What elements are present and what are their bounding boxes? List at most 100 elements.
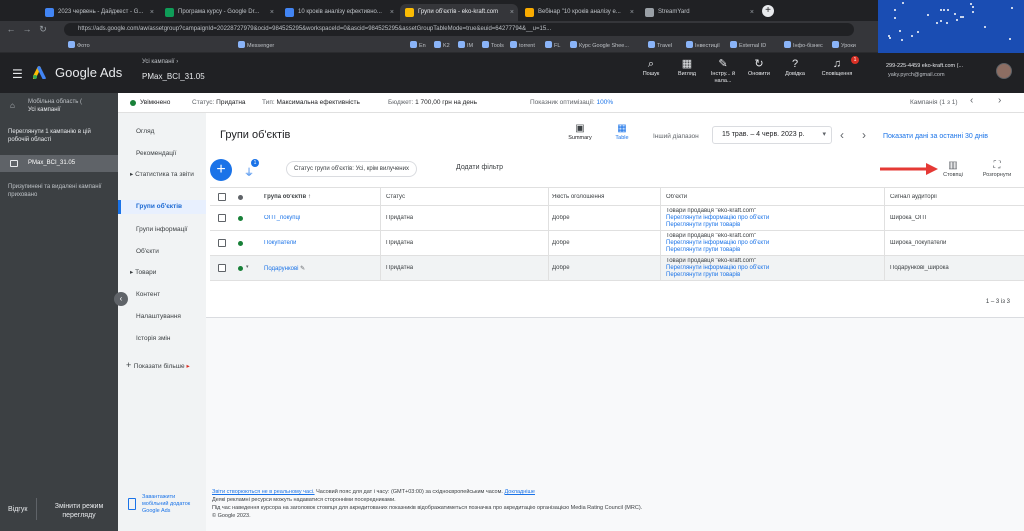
nav-item-asset-groups[interactable]: Групи об'єктів [118, 200, 206, 214]
menu-icon[interactable]: ☰ [12, 67, 23, 81]
tools-button[interactable]: ✎ Інстру... й нала... [706, 57, 740, 85]
avatar[interactable] [996, 63, 1012, 79]
previous-campaign-icon[interactable]: ‹ [970, 95, 973, 106]
row-checkbox[interactable] [218, 239, 226, 247]
refresh-button[interactable]: ↻ Оновити [742, 57, 776, 78]
collapse-sidebar-button[interactable]: ‹ [114, 292, 128, 306]
product-name[interactable]: Google Ads [55, 65, 122, 80]
row-checkbox[interactable] [218, 264, 226, 272]
browser-tab[interactable]: Вебінар "10 кроків аналізу е... × [520, 4, 638, 21]
appearance-button[interactable]: ▦ Вигляд [670, 57, 704, 78]
audience-signal[interactable]: Широка_ОПТ [890, 215, 928, 221]
nav-item-recommendations[interactable]: Рекомендації [118, 150, 206, 158]
nav-item-products[interactable]: ▸ Товари [118, 269, 206, 277]
mobile-app-promo[interactable]: Завантажити мобільний додаток Google Ads [128, 494, 202, 522]
column-header-asset-group[interactable]: Група об'єктів ↑ [264, 194, 311, 200]
feedback-button[interactable]: Відгук [8, 506, 27, 513]
nav-show-more[interactable]: + Показати більше ▸ [118, 361, 206, 371]
new-tab-button[interactable]: + [762, 5, 774, 17]
nav-item-settings[interactable]: Налаштування [118, 313, 206, 321]
bookmark[interactable]: Уроки [832, 41, 856, 49]
scope-label[interactable]: Мобільна область ( [28, 99, 82, 105]
nav-item-overview[interactable]: Огляд [118, 128, 206, 136]
close-icon[interactable]: × [630, 4, 634, 21]
asset-group-name[interactable]: Покупатели [264, 240, 296, 246]
view-product-groups-link[interactable]: Переглянути групи товарів [666, 272, 769, 279]
columns-button[interactable]: ▥ Стовпці [936, 160, 970, 178]
asset-group-name[interactable]: ОПТ_покупці [264, 215, 300, 221]
campaign-list-item[interactable]: PMax_BCI_31.05 [0, 155, 118, 172]
show-last-30-days-link[interactable]: Показати дані за останні 30 днів [883, 133, 988, 140]
nav-item-insights[interactable]: ▸ Статистика та звіти [118, 171, 206, 179]
table-row[interactable]: Покупатели Придатна Добре Товари продавц… [210, 231, 1024, 256]
nav-item-change-history[interactable]: Історія змін [118, 335, 206, 343]
browser-tab[interactable]: 10 кроків аналізу ефективно... × [280, 4, 398, 21]
browser-tab[interactable]: Програма курсу - Google Dr... × [160, 4, 278, 21]
browser-tab[interactable]: StreamYard × [640, 4, 758, 21]
close-icon[interactable]: × [390, 4, 394, 21]
table-view-toggle[interactable]: ▦ Table [604, 123, 640, 141]
nav-item-listing-groups[interactable]: Групи інформації [118, 226, 206, 234]
close-icon[interactable]: × [510, 4, 514, 21]
back-icon[interactable]: ← [6, 24, 16, 34]
view-assets-link[interactable]: Переглянути інформацію про об'єкти [666, 240, 769, 247]
view-assets-link[interactable]: Переглянути інформацію про об'єкти [666, 215, 769, 222]
view-product-groups-link[interactable]: Переглянути групи товарів [666, 222, 769, 229]
column-header-assets[interactable]: Об'єкти [666, 194, 687, 200]
home-icon[interactable]: ⌂ [10, 101, 15, 110]
bookmark[interactable]: FL [545, 41, 560, 49]
bookmark[interactable]: Travel [648, 41, 672, 49]
bookmark[interactable]: Messenger [238, 41, 274, 49]
reload-icon[interactable]: ↻ [38, 24, 48, 34]
address-bar[interactable]: https://ads.google.com/aw/assetgroup?cam… [64, 23, 854, 36]
column-header-ad-strength[interactable]: Якість оголошення [552, 194, 604, 200]
bookmark[interactable]: Інфо-бізнес [784, 41, 823, 49]
select-all-checkbox[interactable] [218, 193, 226, 201]
forward-icon[interactable]: → [22, 24, 32, 34]
scope-value[interactable]: Усі кампанії [28, 107, 61, 113]
bookmark[interactable]: Фото [68, 41, 90, 49]
campaign-scope-selector[interactable]: Усі кампанії › [142, 59, 178, 65]
campaign-name[interactable]: PMax_BCI_31.05 [142, 72, 205, 81]
bookmark[interactable]: En [410, 41, 426, 49]
search-button[interactable]: ⌕ Пошук [634, 57, 668, 78]
browser-tab[interactable]: 2023 червень - Дайджест - G... × [40, 4, 158, 21]
table-row[interactable]: ОПТ_покупці Придатна Добре Товари продав… [210, 206, 1024, 231]
edit-pencil-icon[interactable]: ✎ [300, 266, 305, 272]
previous-period-icon[interactable]: ‹ [840, 128, 844, 142]
help-button[interactable]: ? Довідка [778, 57, 812, 78]
realtime-reports-link[interactable]: Звіти створюються не в реальному часі. [212, 489, 315, 495]
bookmark[interactable]: Tools [482, 41, 504, 49]
view-product-groups-link[interactable]: Переглянути групи товарів [666, 247, 769, 254]
next-period-icon[interactable]: › [862, 128, 866, 142]
audience-signal[interactable]: Подарункові_широка [890, 265, 949, 271]
close-icon[interactable]: × [750, 4, 754, 21]
bookmark[interactable]: Курс Google Shee... [570, 41, 629, 49]
browser-tab-active[interactable]: Групи об'єктів - eko-kraft.com × [400, 4, 518, 21]
notifications-button[interactable]: ♫ Сповіщення [820, 57, 854, 78]
learn-more-link[interactable]: Докладніше [504, 489, 535, 495]
optimization-score-field[interactable]: Показник оптимізації: 100% [530, 99, 613, 106]
bookmark[interactable]: IM [458, 41, 473, 49]
close-icon[interactable]: × [150, 4, 154, 21]
nav-item-assets[interactable]: Об'єкти [118, 248, 206, 256]
row-checkbox[interactable] [218, 214, 226, 222]
view-assets-link[interactable]: Переглянути інформацію про об'єкти [666, 265, 769, 272]
audience-signal[interactable]: Широка_покупатели [890, 240, 946, 246]
bookmark[interactable]: torrent [510, 41, 535, 49]
summary-view-toggle[interactable]: ▣ Summary [562, 123, 598, 141]
nav-item-content[interactable]: Контент [118, 291, 206, 299]
column-header-status[interactable]: Статус [386, 194, 405, 200]
expand-button[interactable]: ⛶ Розгорнути [980, 160, 1014, 178]
status-dropdown-icon[interactable]: ▾ [246, 264, 249, 270]
add-filter-button[interactable]: Додати фільтр [456, 164, 503, 171]
change-view-mode-button[interactable]: Змінити режим перегляду [46, 502, 112, 520]
bookmark[interactable]: External ID [730, 41, 766, 49]
column-header-audience-signal[interactable]: Сигнал аудиторії [890, 194, 937, 200]
table-row[interactable]: ▾ Подарункові ✎ Придатна Добре Товари пр… [210, 256, 1024, 281]
status-filter-chip[interactable]: Статус групи об'єктів: Усі, крім вилучен… [286, 161, 417, 177]
close-icon[interactable]: × [270, 4, 274, 21]
bookmark[interactable]: K2 [434, 41, 450, 49]
campaign-enabled-status[interactable]: Увімкнено [140, 99, 170, 106]
date-range-picker[interactable]: 15 трав. – 4 черв. 2023 р. ▾ [712, 126, 832, 144]
